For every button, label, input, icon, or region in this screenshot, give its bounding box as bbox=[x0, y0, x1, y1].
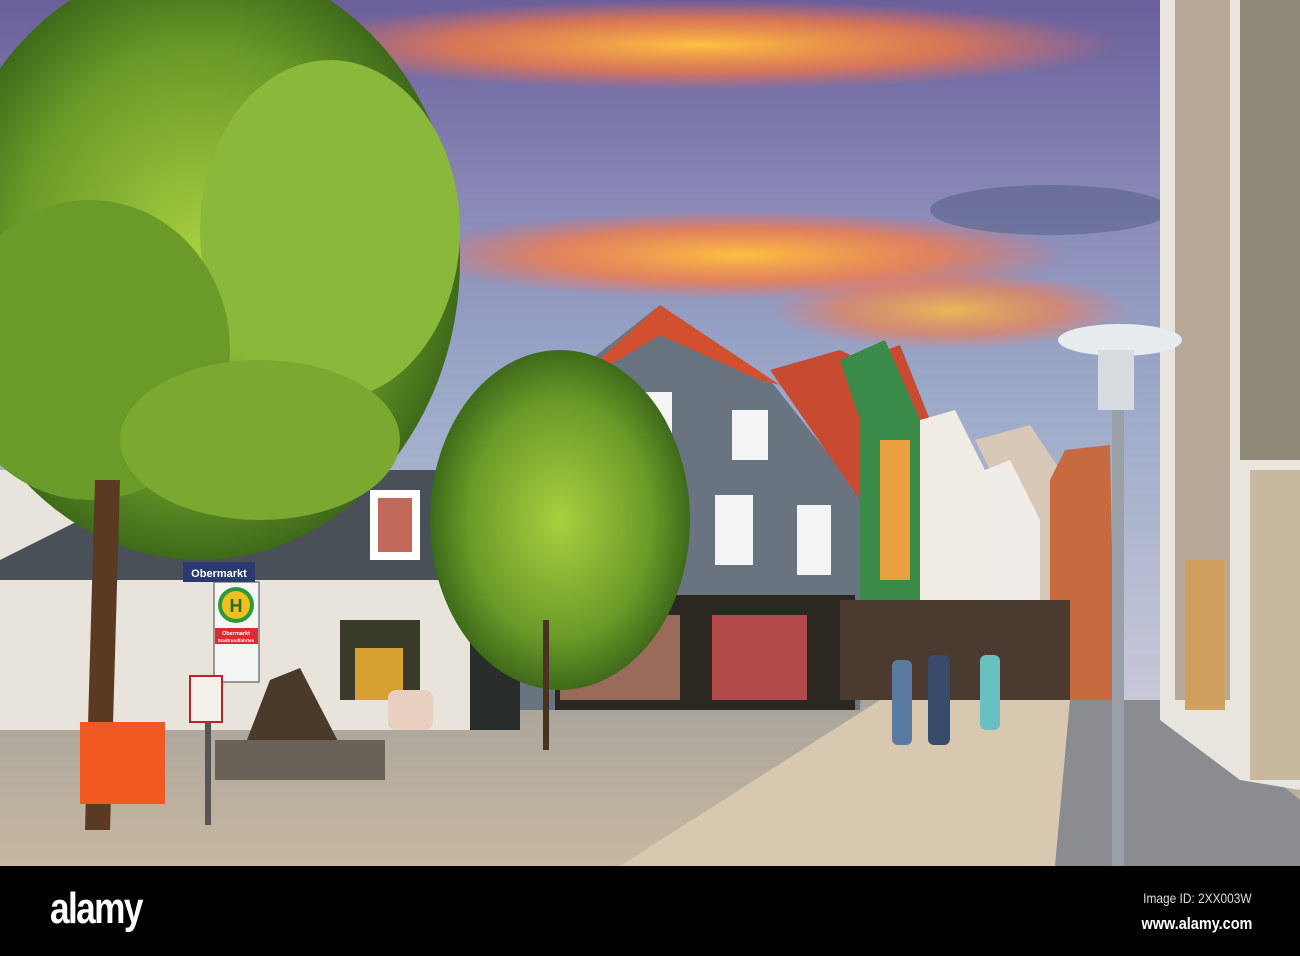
street-photo: Obermarkt H Obermarkt Stadtrundfahrten bbox=[0, 0, 1300, 866]
watermark-bar: alamy Image ID: 2XX003W www.alamy.com bbox=[0, 866, 1300, 956]
bus-stop-line1: Obermarkt bbox=[222, 631, 250, 637]
image-id: Image ID: 2XX003W bbox=[1143, 890, 1252, 906]
buildings-right bbox=[1160, 0, 1300, 790]
street-sign-text: Obermarkt bbox=[191, 568, 247, 580]
bus-stop-symbol: H bbox=[230, 596, 243, 616]
alamy-logo: alamy bbox=[50, 884, 143, 933]
alamy-url: www.alamy.com bbox=[1141, 914, 1252, 933]
bus-stop-line2: Stadtrundfahrten bbox=[218, 638, 255, 643]
